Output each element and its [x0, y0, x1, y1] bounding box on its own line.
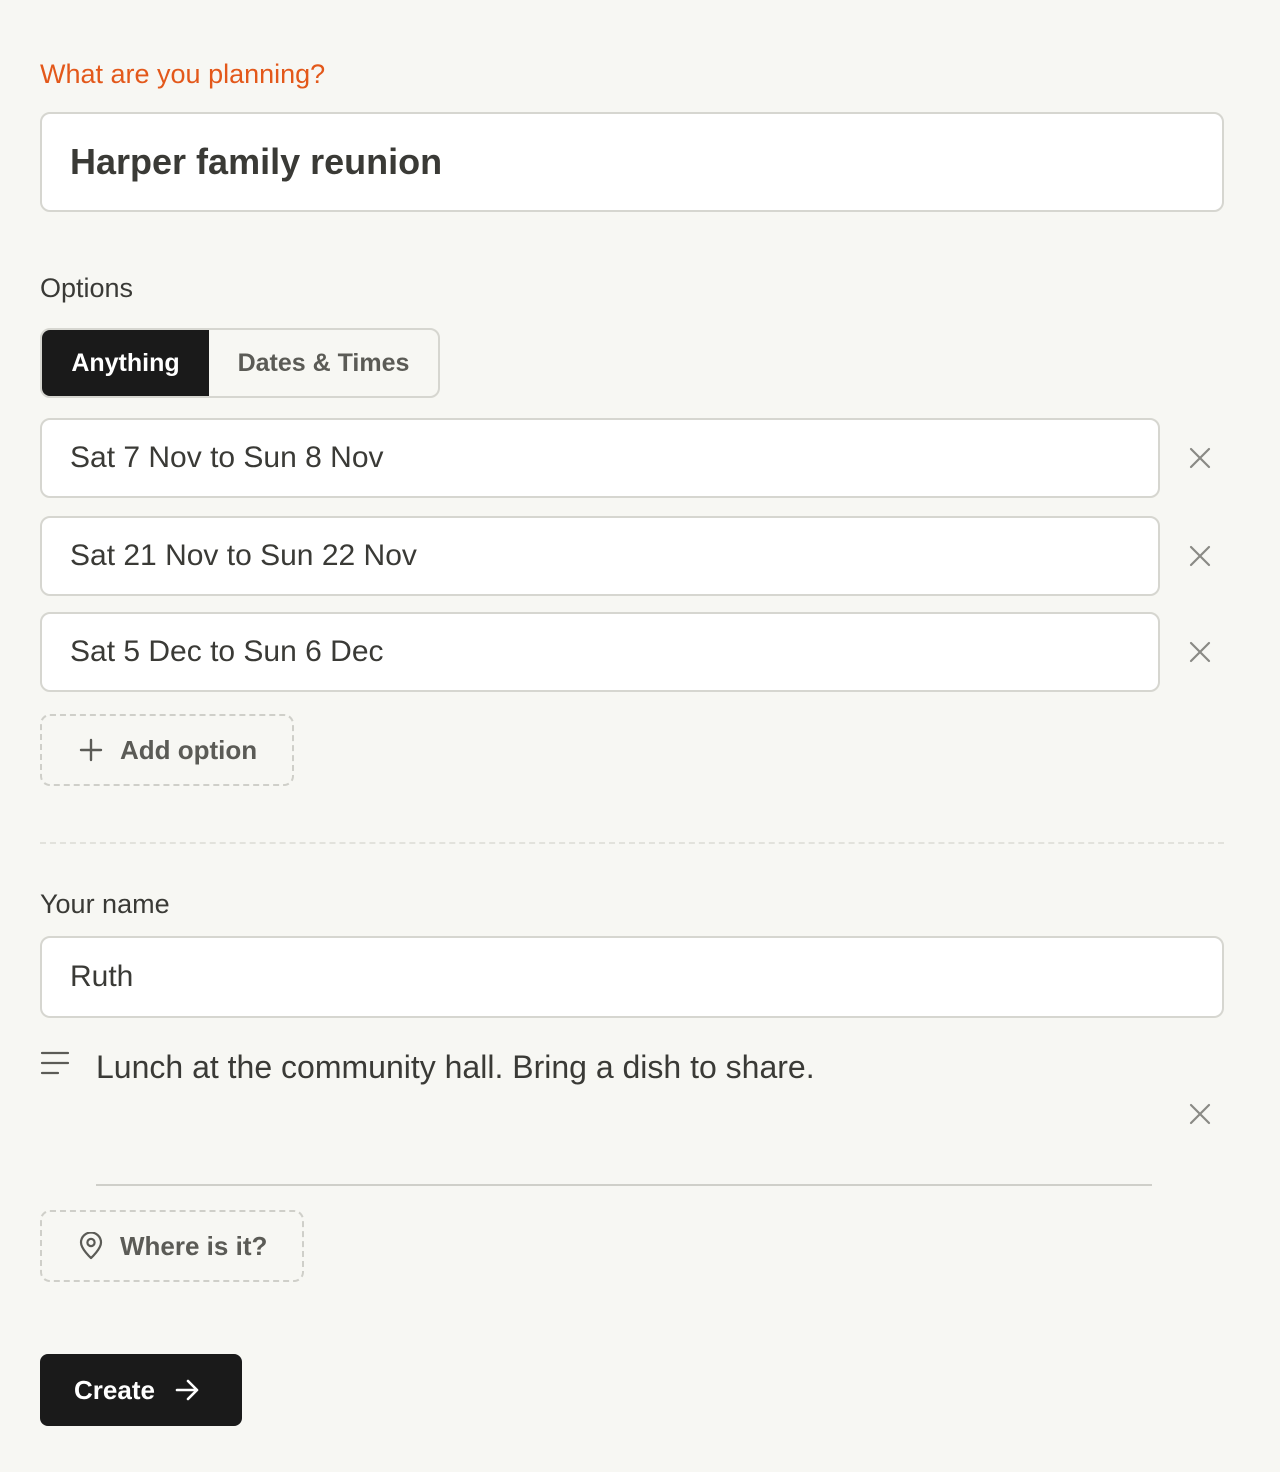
options-label: Options — [40, 273, 134, 303]
map-pin-icon — [79, 1232, 103, 1260]
option-input[interactable]: Sat 21 Nov to Sun 22 Nov — [40, 516, 1160, 596]
create-button-label: Create — [74, 1374, 155, 1405]
add-option-button[interactable]: Add option — [40, 714, 294, 786]
name-label: Your name — [40, 889, 170, 919]
option-row: Sat 5 Dec to Sun 6 Dec — [40, 612, 1224, 692]
title-input[interactable]: Harper family reunion — [40, 112, 1224, 212]
arrow-right-icon — [175, 1379, 199, 1401]
close-icon[interactable] — [1180, 632, 1220, 672]
add-option-label: Add option — [120, 734, 258, 765]
name-input[interactable]: Ruth — [40, 936, 1224, 1018]
add-location-button[interactable]: Where is it? — [40, 1210, 304, 1282]
close-icon[interactable] — [1180, 1094, 1220, 1134]
create-poll-form: What are you planning? Harper family reu… — [0, 0, 1280, 1472]
question-label: What are you planning? — [40, 59, 326, 89]
plus-icon — [79, 738, 103, 762]
option-row: Sat 7 Nov to Sun 8 Nov — [40, 418, 1224, 498]
close-icon[interactable] — [1180, 536, 1220, 576]
close-icon[interactable] — [1180, 438, 1220, 478]
tab-dates-times[interactable]: Dates & Times — [209, 330, 438, 396]
create-button[interactable]: Create — [40, 1354, 242, 1426]
option-row: Sat 21 Nov to Sun 22 Nov — [40, 516, 1224, 596]
description-underline — [96, 1184, 1152, 1186]
option-input[interactable]: Sat 5 Dec to Sun 6 Dec — [40, 612, 1160, 692]
tab-anything[interactable]: Anything — [42, 330, 209, 396]
description-input[interactable]: Lunch at the community hall. Bring a dis… — [96, 1046, 1156, 1088]
location-button-label: Where is it? — [120, 1230, 268, 1261]
section-divider — [40, 842, 1224, 844]
option-type-toggle: Anything Dates & Times — [40, 328, 440, 398]
option-input[interactable]: Sat 7 Nov to Sun 8 Nov — [40, 418, 1160, 498]
text-align-left-icon — [40, 1051, 70, 1075]
